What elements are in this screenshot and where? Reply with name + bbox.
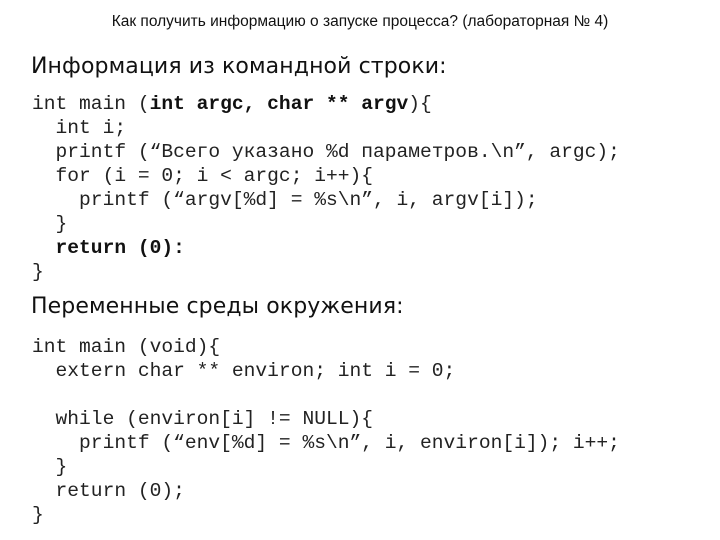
- code-line: while (environ[i] != NULL){: [32, 407, 620, 431]
- code-token: int i;: [55, 117, 127, 139]
- code-block-environ: int main (void){ extern char ** environ;…: [32, 335, 620, 527]
- code-line: printf (“Всего указано %d параметров.\n”…: [32, 140, 620, 164]
- code-token: for (i = 0; i < argc; i++){: [55, 165, 374, 187]
- code-line: printf (“argv[%d] = %s\n”, i, argv[i]);: [32, 188, 620, 212]
- code-line: printf (“env[%d] = %s\n”, i, environ[i])…: [32, 431, 620, 455]
- code-token: }: [55, 213, 68, 235]
- code-token-bold: return (0):: [55, 237, 185, 259]
- code-line: }: [32, 455, 620, 479]
- code-token: extern char ** environ; int i = 0;: [55, 360, 456, 382]
- slide-title: Как получить информацию о запуске процес…: [111, 13, 609, 30]
- code-block-argv: int main (int argc, char ** argv){ int i…: [32, 92, 620, 284]
- section-heading-environment: Переменные среды окружения:: [31, 294, 404, 319]
- code-token: }: [32, 261, 44, 283]
- code-line: return (0):: [32, 236, 620, 260]
- code-token: }: [55, 456, 68, 478]
- code-line: return (0);: [32, 479, 620, 503]
- code-line: int i;: [32, 116, 620, 140]
- code-line: extern char ** environ; int i = 0;: [32, 359, 620, 383]
- code-token: printf (“argv[%d] = %s\n”, i, argv[i]);: [79, 189, 538, 211]
- code-line: int main (void){: [32, 335, 620, 359]
- code-token: ){: [408, 93, 432, 115]
- code-line: }: [32, 260, 620, 284]
- code-token: int main (: [32, 93, 150, 115]
- code-token: printf (“Всего указано %d параметров.\n”…: [55, 141, 620, 163]
- code-line: }: [32, 212, 620, 236]
- code-token: printf (“env[%d] = %s\n”, i, environ[i])…: [79, 432, 620, 454]
- code-token: while (environ[i] != NULL){: [55, 408, 374, 430]
- code-token: int main (void){: [32, 336, 221, 358]
- code-token: }: [32, 504, 44, 526]
- section-heading-command-line: Информация из командной строки:: [31, 54, 447, 79]
- code-line: int main (int argc, char ** argv){: [32, 92, 620, 116]
- code-line: }: [32, 503, 620, 527]
- code-token-bold: int argc, char ** argv: [149, 93, 409, 115]
- code-line: for (i = 0; i < argc; i++){: [32, 164, 620, 188]
- code-token: return (0);: [55, 480, 185, 502]
